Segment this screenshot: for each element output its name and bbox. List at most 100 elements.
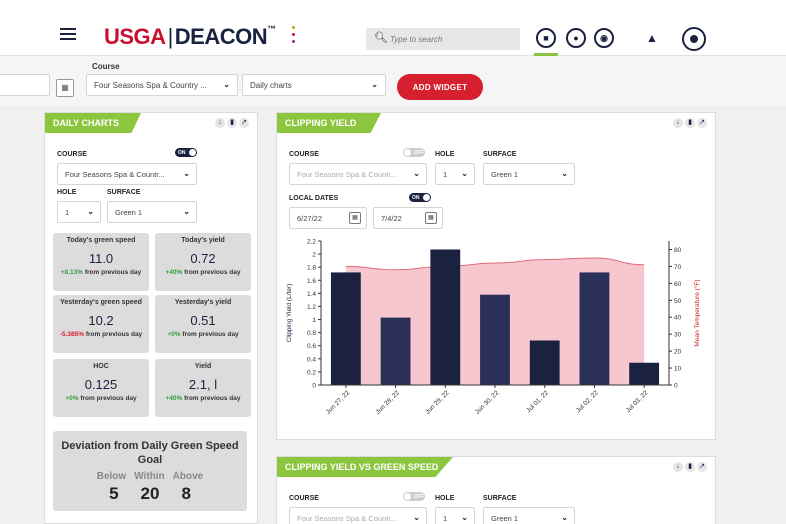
course-select[interactable]: Four Seasons Spa & Countr... ⌄ [57, 163, 197, 185]
yield-bar [430, 249, 461, 385]
above-value: 8 [181, 484, 191, 503]
y-tick-label: 1.2 [307, 304, 316, 311]
clipping-vs-green-speed-panel: CLIPPING YIELD VS GREEN SPEED ↓ ▮ ↗ COURSE… [276, 456, 716, 524]
course-filter-value: Four Seasons Spa & Country ... [94, 81, 207, 90]
course-select[interactable]: Four Seasons Spa & Countr... ⌄ [289, 507, 427, 524]
search-box[interactable]: 🔍︎ [366, 28, 520, 50]
chevron-down-icon: ⌄ [561, 513, 568, 522]
stat-delta-text: from previous day [182, 331, 239, 338]
deviation-values: 5 20 8 [53, 484, 247, 504]
start-date-field[interactable]: 6/27/22 ▦ [289, 207, 367, 229]
course-select[interactable]: Four Seasons Spa & Countr... ⌄ [289, 163, 427, 185]
top-navbar: USGA|DEACON™ 🔍︎ ■ ● ◉ ▲ [0, 0, 786, 56]
surface-label: SURFACE [107, 189, 141, 196]
filter-date-field[interactable] [0, 74, 50, 96]
stat-delta-text: from previous day [84, 269, 142, 276]
within-label: Within [134, 471, 165, 482]
stat-value: 10.2 [88, 313, 114, 328]
logo-trademark: ™ [267, 24, 276, 34]
expand-icon[interactable]: ↗ [239, 118, 249, 128]
chevron-down-icon: ⌄ [461, 513, 468, 522]
download-icon[interactable]: ↓ [215, 118, 225, 128]
view-filter-select[interactable]: Daily charts ⌄ [242, 74, 386, 96]
notification-bell-icon[interactable]: ▲ [646, 31, 658, 45]
filter-bar: Course Four Seasons Spa & Country ... ⌄ … [0, 56, 786, 106]
course-toggle-label: OFF [414, 150, 424, 156]
calendar-icon[interactable]: ▦ [425, 212, 437, 224]
surface-select[interactable]: Green 1 ⌄ [483, 507, 575, 524]
search-input[interactable] [390, 31, 510, 47]
delete-icon[interactable]: ▮ [685, 462, 695, 472]
hole-select-value: 1 [443, 514, 448, 523]
course-filter-select[interactable]: Four Seasons Spa & Country ... ⌄ [86, 74, 238, 96]
stat-delta-percent: +40% [165, 269, 183, 276]
app-logo[interactable]: USGA|DEACON™ [104, 24, 276, 50]
course-toggle[interactable]: OFF [403, 492, 425, 501]
hole-select[interactable]: 1 ⌄ [435, 163, 475, 185]
stat-delta: -5.385% from previous day [56, 331, 146, 339]
hole-label: HOLE [435, 151, 455, 158]
surface-select-value: Green 1 [115, 208, 143, 217]
chevron-down-icon: ⌄ [183, 169, 190, 178]
course-toggle[interactable]: ON [175, 148, 197, 157]
y2-tick-label: 80 [674, 247, 682, 254]
y2-tick-label: 30 [674, 332, 682, 339]
chevron-down-icon: ⌄ [223, 80, 230, 89]
hole-label: HOLE [435, 495, 455, 502]
deviation-card: Deviation from Daily Green Speed Goal Be… [53, 431, 247, 511]
stat-value: 11.0 [88, 251, 114, 266]
logo-dots-icon [292, 26, 298, 47]
y-tick-label: 2.2 [307, 239, 316, 246]
hole-select[interactable]: 1 ⌄ [57, 201, 101, 223]
expand-icon[interactable]: ↗ [697, 462, 707, 472]
stat-value: 0.125 [84, 377, 118, 392]
y-tick-label: 1.6 [307, 278, 316, 285]
x-tick-label: Jul 02, 22 [575, 389, 600, 414]
calendar-icon[interactable]: ▦ [349, 212, 361, 224]
download-icon[interactable]: ↓ [673, 118, 683, 128]
y2-tick-label: 20 [674, 349, 682, 356]
surface-select[interactable]: Green 1 ⌄ [107, 201, 197, 223]
hole-select[interactable]: 1 ⌄ [435, 507, 475, 524]
y2-tick-label: 50 [674, 298, 682, 305]
download-icon[interactable]: ↓ [673, 462, 683, 472]
course-toggle-label: ON [178, 150, 186, 156]
view-filter-value: Daily charts [250, 81, 292, 90]
clipping-yield-title: CLIPPING YIELD [277, 113, 381, 133]
surface-label: SURFACE [483, 495, 517, 502]
chevron-down-icon: ⌄ [561, 169, 568, 178]
stat-header: Yield [194, 363, 212, 370]
panel-actions: ↓ ▮ ↗ [215, 118, 249, 128]
surface-select[interactable]: Green 1 ⌄ [483, 163, 575, 185]
local-dates-toggle[interactable]: ON [409, 193, 431, 202]
delete-icon[interactable]: ▮ [227, 118, 237, 128]
stat-card: Yield 2.1, l +40% from previous day [155, 359, 251, 417]
hole-select-value: 1 [65, 208, 70, 217]
course-toggle[interactable]: OFF [403, 148, 425, 157]
location-icon[interactable]: ● [566, 28, 586, 48]
y2-tick-label: 0 [674, 383, 678, 390]
stat-value: 0.51 [190, 313, 216, 328]
clipping-vs-title: CLIPPING YIELD VS GREEN SPEED [277, 457, 453, 477]
y-tick-label: 0.4 [307, 356, 316, 363]
y-tick-label: 0.8 [307, 330, 316, 337]
end-date-field[interactable]: 7/4/22 ▦ [373, 207, 443, 229]
delete-icon[interactable]: ▮ [685, 118, 695, 128]
clipping-yield-chart: 0 0.2 0.4 0.6 0.8 1 1.2 1.4 1.6 1.8 2 2.2 0 10 20 30 40 5… [286, 239, 701, 416]
y-tick-label: 0.2 [307, 369, 316, 376]
chevron-down-icon: ⌄ [413, 513, 420, 522]
stat-header: HOC [93, 363, 109, 370]
stat-card: Today's yield 0.72 +40% from previous day [155, 233, 251, 291]
chevron-down-icon: ⌄ [413, 169, 420, 178]
calendar-icon[interactable]: ▦ [56, 79, 74, 97]
expand-icon[interactable]: ↗ [697, 118, 707, 128]
settings-icon[interactable]: ◉ [594, 28, 614, 48]
local-dates-label: LOCAL DATES [289, 195, 339, 202]
user-avatar-icon[interactable] [682, 27, 706, 51]
stat-delta-text: from previous day [80, 395, 137, 402]
y-tick-label: 2 [312, 252, 316, 259]
add-widget-button[interactable]: ADD WIDGET [397, 74, 483, 100]
menu-icon[interactable] [60, 28, 76, 43]
logo-separator: | [167, 24, 174, 49]
dashboard-icon[interactable]: ■ [536, 28, 556, 48]
